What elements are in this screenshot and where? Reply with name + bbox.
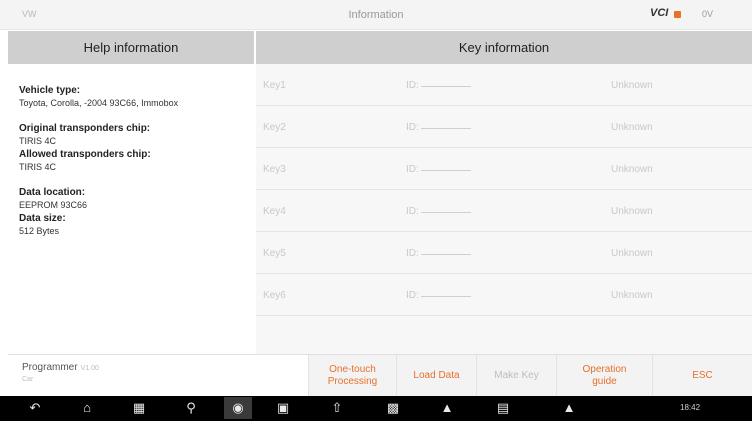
vehicle-type-value: Toyota, Corolla, -2004 93C66, Immobox — [19, 98, 179, 108]
help-information-header: Help information — [8, 31, 254, 64]
status-clock: 18:42 — [680, 403, 701, 412]
upload-icon[interactable]: ⇧ — [330, 401, 344, 415]
key-status: Unknown — [611, 248, 653, 259]
one-touch-processing-button[interactable]: One-touch Processing — [308, 355, 396, 397]
page-title: Information — [348, 9, 404, 21]
home-icon[interactable]: ⌂ — [80, 401, 94, 415]
key-id-label: ID: — [406, 206, 419, 217]
programmer-subtitle: Car — [22, 376, 34, 383]
original-chip-label: Original transponders chip: — [19, 123, 151, 134]
vci-icon[interactable]: ▩ — [386, 401, 400, 415]
recents-icon[interactable]: ▦ — [132, 401, 146, 415]
key-status: Unknown — [611, 164, 653, 175]
load-data-button[interactable]: Load Data — [396, 355, 476, 397]
search-icon[interactable]: ⚲ — [184, 401, 198, 415]
key-row[interactable]: Key2 ID: Unknown — [256, 106, 752, 148]
car-icon[interactable]: ▤ — [496, 401, 510, 415]
operation-guide-line2: guide — [592, 376, 617, 387]
key-row[interactable]: Key4 ID: Unknown — [256, 190, 752, 232]
key-information-panel: Key1 ID: Unknown Key2 ID: Unknown Key3 I… — [256, 64, 752, 354]
key-information-header: Key information — [256, 31, 752, 64]
key-id-label: ID: — [406, 164, 419, 175]
esc-button[interactable]: ESC — [652, 355, 752, 397]
key-id-label: ID: — [406, 248, 419, 259]
one-touch-line1: One-touch — [329, 364, 376, 375]
allowed-chip-label: Allowed transponders chip: — [19, 149, 151, 160]
operation-guide-button[interactable]: Operation guide — [556, 355, 652, 397]
one-touch-line2: Processing — [327, 376, 378, 387]
vci-status: VCI — [650, 7, 669, 19]
data-size-label: Data size: — [19, 213, 66, 224]
image-icon[interactable]: ▣ — [276, 401, 290, 415]
voltage-readout: 0V — [702, 9, 714, 19]
key-id-label: ID: — [406, 290, 419, 301]
key-name: Key4 — [263, 206, 286, 217]
key-name: Key2 — [263, 122, 286, 133]
data-location-label: Data location: — [19, 187, 86, 198]
vehicle-type-label: Vehicle type: — [19, 85, 81, 96]
bottom-toolbar: Programmer V1.00 Car One-touch Processing … — [8, 354, 752, 397]
title-bar: VW Information VCI 0V — [0, 0, 752, 30]
key-id-placeholder — [421, 212, 471, 213]
key-row[interactable]: Key1 ID: Unknown — [256, 64, 752, 106]
system-navigation-bar: ↶ ⌂ ▦ ⚲ ◉ ▣ ⇧ ▩ ▲ ▤ ▲ 18:42 — [0, 396, 752, 421]
data-location-value: EEPROM 93C66 — [19, 200, 88, 210]
gas-icon[interactable]: ▲ — [440, 401, 454, 415]
programmer-version: V1.00 — [80, 365, 99, 372]
key-id-placeholder — [421, 296, 471, 297]
key-row[interactable]: Key6 ID: Unknown — [256, 274, 752, 316]
original-chip-value: TIRIS 4C — [19, 136, 57, 146]
key-id-placeholder — [421, 254, 471, 255]
key-status: Unknown — [611, 80, 653, 91]
camera-icon[interactable]: ◉ — [224, 397, 252, 419]
key-id-placeholder — [421, 128, 471, 129]
battery-car-icon[interactable]: ▲ — [562, 401, 576, 415]
operation-guide-line1: Operation — [582, 364, 627, 375]
key-name: Key6 — [263, 290, 286, 301]
vci-indicator-icon — [674, 11, 681, 18]
key-row[interactable]: Key5 ID: Unknown — [256, 232, 752, 274]
key-status: Unknown — [611, 206, 653, 217]
key-name: Key1 — [263, 80, 286, 91]
make-key-button[interactable]: Make Key — [476, 355, 556, 397]
back-icon[interactable]: ↶ — [28, 401, 42, 415]
key-row[interactable]: Key3 ID: Unknown — [256, 148, 752, 190]
key-id-label: ID: — [406, 80, 419, 91]
help-information-panel: Vehicle type: Toyota, Corolla, -2004 93C… — [8, 64, 254, 354]
data-size-value: 512 Bytes — [19, 226, 60, 236]
programmer-title: Programmer V1.00 — [22, 362, 99, 373]
key-status: Unknown — [611, 122, 653, 133]
key-name: Key5 — [263, 248, 286, 259]
allowed-chip-value: TIRIS 4C — [19, 162, 57, 172]
key-id-label: ID: — [406, 122, 419, 133]
key-id-placeholder — [421, 170, 471, 171]
key-name: Key3 — [263, 164, 286, 175]
key-id-placeholder — [421, 86, 471, 87]
programmer-label: Programmer — [22, 362, 78, 373]
key-status: Unknown — [611, 290, 653, 301]
